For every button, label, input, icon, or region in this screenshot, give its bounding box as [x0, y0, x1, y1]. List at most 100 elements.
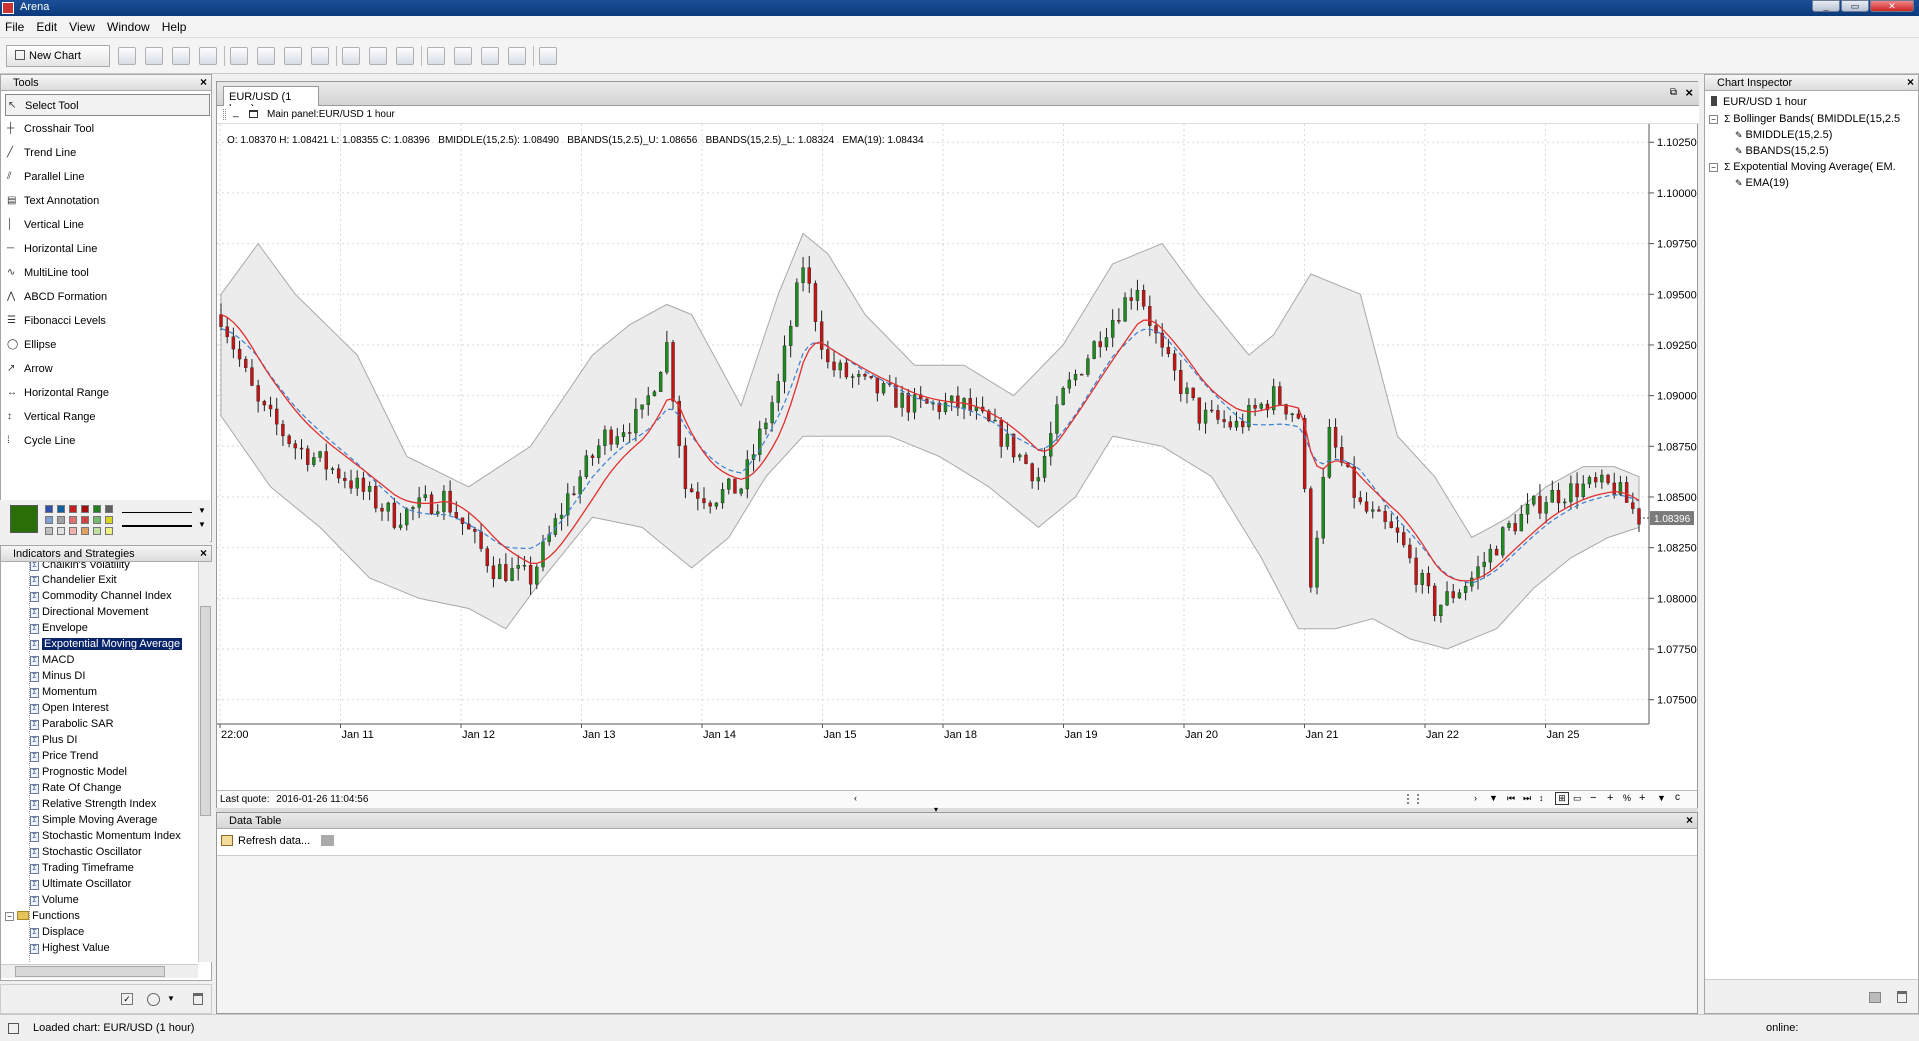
- color-swatch[interactable]: [45, 527, 53, 535]
- color-swatch[interactable]: [93, 505, 101, 513]
- tool-horizontal-line[interactable]: ─ Horizontal Line: [5, 238, 210, 260]
- tool-text-annotation[interactable]: ▤ Text Annotation: [5, 190, 210, 212]
- toolbar-export-icon[interactable]: [172, 47, 190, 65]
- indicator-tree-hscrollbar[interactable]: [1, 964, 198, 978]
- toolbar-split-icon[interactable]: [508, 47, 526, 65]
- line-width-dropdown-icon[interactable]: ▼: [198, 520, 206, 529]
- function-item[interactable]: Σ Highest Value: [30, 942, 110, 957]
- inspector-close-icon[interactable]: ×: [1907, 75, 1914, 89]
- indicator-item[interactable]: Σ Minus DI: [30, 670, 85, 685]
- indicator-item[interactable]: Σ Prognostic Model: [30, 766, 127, 781]
- inspector-leaf-ema[interactable]: ✎ EMA(19): [1735, 177, 1789, 189]
- indicator-item[interactable]: Σ Commodity Channel Index: [30, 590, 172, 605]
- indicator-item[interactable]: Σ Rate Of Change: [30, 782, 122, 797]
- inspector-leaf-bmiddle[interactable]: ✎ BMIDDLE(15,2.5): [1735, 129, 1832, 141]
- indicator-item[interactable]: Σ Price Trend: [30, 750, 98, 765]
- tool-crosshair[interactable]: ┼ Crosshair Tool: [5, 118, 210, 140]
- toolbar-layout2-icon[interactable]: [257, 47, 275, 65]
- toolbar-layout3-icon[interactable]: [284, 47, 302, 65]
- nav-dropdown-icon[interactable]: ▼: [1657, 793, 1666, 803]
- minimize-icon[interactable]: _: [1812, 0, 1840, 12]
- tool-multiline[interactable]: ∿ MultiLine tool: [5, 262, 210, 284]
- color-swatch[interactable]: [81, 527, 89, 535]
- indicator-item[interactable]: Σ Trading Timeframe: [30, 862, 134, 877]
- toolbar-cloud-icon[interactable]: [311, 47, 329, 65]
- color-swatch[interactable]: [69, 505, 77, 513]
- tool-cycle-line[interactable]: ⁞ Cycle Line: [5, 430, 210, 452]
- indicator-item[interactable]: Σ Stochastic Oscillator: [30, 846, 142, 861]
- toolbar-layout-icon[interactable]: [230, 47, 248, 65]
- color-swatch[interactable]: [105, 516, 113, 524]
- panel-minimize-icon[interactable]: _: [233, 107, 239, 118]
- tool-vertical-range[interactable]: ↕ Vertical Range: [5, 406, 210, 428]
- new-chart-button[interactable]: New Chart: [6, 45, 110, 67]
- indicators-close-icon[interactable]: ×: [200, 546, 207, 560]
- indicator-item[interactable]: Σ Open Interest: [30, 702, 109, 717]
- toolbar-panel-icon[interactable]: [539, 47, 557, 65]
- indicator-item[interactable]: Σ Simple Moving Average: [30, 814, 157, 829]
- indicator-item[interactable]: Σ Momentum: [30, 686, 97, 701]
- inspector-root[interactable]: EUR/USD 1 hour: [1711, 96, 1807, 108]
- indicator-item[interactable]: Σ Parabolic SAR: [30, 718, 114, 733]
- indicator-item[interactable]: Σ Envelope: [30, 622, 88, 637]
- refresh-data-button[interactable]: Refresh data...: [221, 833, 335, 851]
- restore-chart-icon[interactable]: ⧉: [1670, 87, 1677, 98]
- nav-scale-icon[interactable]: ↕: [1539, 793, 1544, 803]
- indicator-item[interactable]: Σ Stochastic Momentum Index: [30, 830, 181, 845]
- price-chart[interactable]: 1.07500 1.07750 1.08000 1.08250 1.08500 1.087…: [217, 124, 1697, 809]
- color-swatch[interactable]: [57, 516, 65, 524]
- scroll-left-icon[interactable]: ‹: [854, 793, 857, 803]
- tool-arrow[interactable]: ↗ Arrow: [5, 358, 210, 380]
- chart-tab[interactable]: EUR/USD (1 hour): [223, 86, 319, 115]
- tool-ellipse[interactable]: ◯ Ellipse: [5, 334, 210, 356]
- line-width-selector[interactable]: [122, 525, 192, 527]
- collapse-icon[interactable]: −: [1709, 115, 1718, 124]
- toolbar-copy-icon[interactable]: [369, 47, 387, 65]
- toolbar-print-icon[interactable]: [396, 47, 414, 65]
- nav-last-icon[interactable]: ⏭: [1523, 793, 1531, 804]
- collapse-icon[interactable]: −: [1709, 163, 1718, 172]
- scrollbar-thumb[interactable]: [200, 606, 211, 816]
- refresh-options-icon[interactable]: [321, 835, 335, 846]
- tool-select[interactable]: ↖ Select Tool: [5, 94, 210, 116]
- close-chart-icon[interactable]: ×: [1685, 85, 1693, 100]
- nav-down-icon[interactable]: ▼: [1489, 793, 1498, 803]
- inspector-node-bollinger[interactable]: − Σ Bollinger Bands( BMIDDLE(15,2.5: [1709, 113, 1914, 125]
- nav-window-icon[interactable]: ▭: [1573, 793, 1582, 804]
- menu-file[interactable]: File: [0, 16, 28, 34]
- indicator-item[interactable]: Σ Ultimate Oscillator: [30, 878, 131, 893]
- collapse-icon[interactable]: −: [5, 912, 14, 921]
- color-swatch[interactable]: [57, 527, 65, 535]
- panel-maximize-icon[interactable]: [249, 110, 258, 118]
- data-table-close-icon[interactable]: ×: [1686, 813, 1693, 827]
- zoom-in-icon[interactable]: +: [1607, 792, 1613, 804]
- toolbar-image-icon[interactable]: [342, 47, 360, 65]
- tool-horizontal-range[interactable]: ↔ Horizontal Range: [5, 382, 210, 404]
- scroll-right-icon[interactable]: ›: [1474, 793, 1477, 803]
- inspector-leaf-bbands[interactable]: ✎ BBANDS(15,2.5): [1735, 145, 1829, 157]
- panel-grip-icon[interactable]: [223, 109, 226, 120]
- inspector-node-ema[interactable]: − Σ Expotential Moving Average( EM.: [1709, 161, 1914, 173]
- line-style-dropdown-icon[interactable]: ▼: [198, 506, 206, 515]
- indicator-tree-scrollbar[interactable]: [198, 562, 212, 962]
- color-swatch[interactable]: [81, 516, 89, 524]
- indicator-item[interactable]: Σ Chaikin's Volatility: [30, 562, 130, 574]
- hscrollbar-thumb[interactable]: [15, 966, 165, 977]
- apply-indicator-icon[interactable]: ✓: [121, 993, 133, 1005]
- crosshair-toggle-icon[interactable]: +: [1639, 792, 1645, 804]
- indicator-settings-dropdown-icon[interactable]: ▼: [167, 994, 175, 1003]
- color-swatch[interactable]: [69, 516, 77, 524]
- color-swatch[interactable]: [45, 505, 53, 513]
- toolbar-save-icon[interactable]: [145, 47, 163, 65]
- close-icon[interactable]: ✕: [1870, 0, 1914, 12]
- nav-first-icon[interactable]: ⏮: [1507, 793, 1515, 804]
- tools-close-icon[interactable]: ×: [200, 75, 207, 89]
- color-swatch[interactable]: [105, 527, 113, 535]
- inspector-properties-icon[interactable]: [1869, 992, 1881, 1003]
- maximize-icon[interactable]: ▭: [1841, 0, 1869, 12]
- inspector-delete-icon[interactable]: [1897, 991, 1907, 1003]
- tool-parallel-line[interactable]: ⫽ Parallel Line: [5, 166, 210, 188]
- indicator-item[interactable]: Σ MACD: [30, 654, 74, 669]
- toolbar-note-icon[interactable]: [481, 47, 499, 65]
- function-item[interactable]: Σ Displace: [30, 926, 84, 941]
